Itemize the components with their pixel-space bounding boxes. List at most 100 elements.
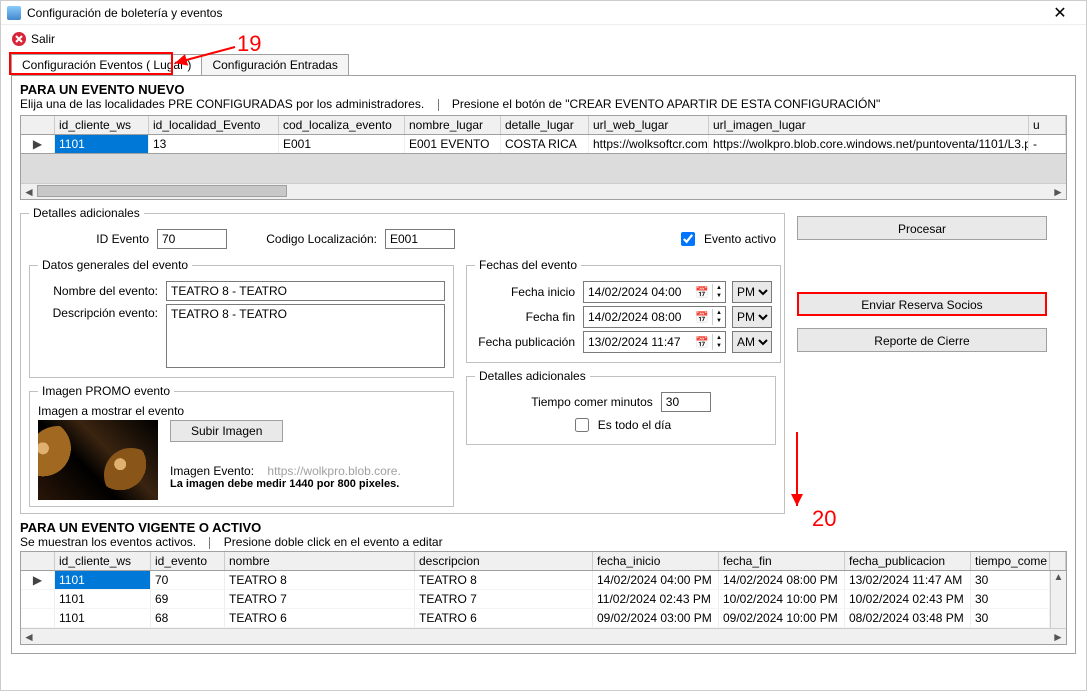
row-handle-icon: ▶ (21, 135, 55, 153)
salir-button[interactable]: Salir (11, 31, 55, 47)
label-todo-el-dia: Es todo el día (598, 418, 671, 432)
window-title: Configuración de boletería y eventos (27, 6, 1040, 20)
input-fecha-fin[interactable] (584, 308, 692, 326)
fieldset-fechas-evento: Fechas del evento Fecha inicio 📅 ▲▼ (466, 258, 781, 363)
col-cod-localiza-evento[interactable]: cod_localiza_evento (279, 116, 405, 134)
input-codigo-localizacion[interactable] (385, 229, 455, 249)
tab-config-entradas[interactable]: Configuración Entradas (201, 54, 348, 75)
select-ampm-inicio[interactable]: PM (732, 281, 772, 303)
cell-url-imagen-lugar: https://wolkpro.blob.core.windows.net/pu… (709, 135, 1029, 153)
grid2-hscrollbar[interactable]: ◄ ► (21, 628, 1066, 644)
label-evento-activo: Evento activo (704, 232, 776, 246)
promo-image-preview (38, 420, 158, 500)
subir-imagen-button[interactable]: Subir Imagen (170, 420, 283, 442)
cell-id-evento: 68 (151, 609, 225, 627)
cell-url-web-lugar: https://wolksoftcr.com/ (589, 135, 709, 153)
cell-fecha-inicio: 14/02/2024 04:00 PM (593, 571, 719, 589)
select-ampm-publicacion[interactable]: AM (732, 331, 772, 353)
textarea-descripcion-evento[interactable]: TEATRO 8 - TEATRO (166, 304, 445, 368)
col2-id-evento[interactable]: id_evento (151, 552, 225, 570)
label-id-evento: ID Evento (29, 232, 149, 246)
grid-eventos-row[interactable]: ▶110170TEATRO 8TEATRO 814/02/2024 04:00 … (21, 571, 1050, 590)
procesar-button[interactable]: Procesar (797, 216, 1047, 240)
datetime-fecha-publicacion[interactable]: 📅 ▲▼ (583, 331, 726, 353)
section-active-hint: Se muestran los eventos activos. Presion… (20, 535, 1067, 549)
spinner-icon[interactable]: ▲▼ (712, 334, 725, 350)
cell-cod-localiza-evento: E001 (279, 135, 405, 153)
cell-id-evento: 70 (151, 571, 225, 589)
checkbox-evento-activo[interactable] (681, 232, 695, 246)
reporte-de-cierre-button[interactable]: Reporte de Cierre (797, 328, 1047, 352)
grid-localidades[interactable]: id_cliente_ws id_localidad_Evento cod_lo… (20, 115, 1067, 200)
grid-localidades-row[interactable]: ▶ 1101 13 E001 E001 EVENTO COSTA RICA ht… (21, 135, 1066, 153)
cell-fecha-publicacion: 13/02/2024 11:47 AM (845, 571, 971, 589)
grid-eventos-row[interactable]: 110168TEATRO 6TEATRO 609/02/2024 03:00 P… (21, 609, 1050, 628)
col2-fecha-publicacion[interactable]: fecha_publicacion (845, 552, 971, 570)
text-imagen-url: https://wolkpro.blob.core. (267, 464, 400, 478)
legend-datos-generales: Datos generales del evento (38, 258, 192, 272)
col-id-localidad-evento[interactable]: id_localidad_Evento (149, 116, 279, 134)
tab-config-eventos-lugar[interactable]: Configuración Eventos ( Lugar ) (11, 54, 202, 75)
col-id-cliente-ws[interactable]: id_cliente_ws (55, 116, 149, 134)
grid-hscrollbar[interactable]: ◄ ► (21, 183, 1066, 199)
cell-tiempo-come: 30 (971, 571, 1050, 589)
section-new-hint: Elija una de las localidades PRE CONFIGU… (20, 97, 1067, 111)
calendar-icon[interactable]: 📅 (692, 336, 712, 349)
fieldset-datos-generales: Datos generales del evento Nombre del ev… (29, 258, 454, 378)
scroll-left-icon[interactable]: ◄ (21, 185, 37, 199)
checkbox-todo-el-dia[interactable] (575, 418, 589, 432)
input-fecha-publicacion[interactable] (584, 333, 692, 351)
input-fecha-inicio[interactable] (584, 283, 692, 301)
col2-descripcion[interactable]: descripcion (415, 552, 593, 570)
section-active-title: PARA UN EVENTO VIGENTE O ACTIVO (20, 520, 1067, 535)
window-close-button[interactable]: ✕ (1040, 1, 1080, 25)
scroll-right-icon[interactable]: ► (1050, 630, 1066, 644)
app-window: Configuración de boletería y eventos ✕ S… (0, 0, 1087, 691)
input-nombre-evento[interactable] (166, 281, 445, 301)
label-fecha-fin: Fecha fin (475, 310, 575, 324)
col2-tiempo-come[interactable]: tiempo_come (971, 552, 1050, 570)
scroll-left-icon[interactable]: ◄ (21, 630, 37, 644)
calendar-icon[interactable]: 📅 (692, 286, 712, 299)
col-url-imagen-lugar[interactable]: url_imagen_lugar (709, 116, 1029, 134)
cell-descripcion: TEATRO 6 (415, 609, 593, 627)
fieldset-detalles-adicionales: Detalles adicionales ID Evento Codigo Lo… (20, 206, 785, 514)
col-url-web-lugar[interactable]: url_web_lugar (589, 116, 709, 134)
cell-fecha-fin: 10/02/2024 10:00 PM (719, 590, 845, 608)
cell-descripcion: TEATRO 8 (415, 571, 593, 589)
cell-id-cliente-ws: 1101 (55, 609, 151, 627)
label-fecha-publicacion: Fecha publicación (475, 335, 575, 349)
col2-nombre[interactable]: nombre (225, 552, 415, 570)
spinner-icon[interactable]: ▲▼ (712, 309, 725, 325)
cell-tiempo-come: 30 (971, 590, 1050, 608)
scroll-up-icon[interactable]: ▲ (1054, 571, 1064, 585)
grid-eventos-activos[interactable]: id_cliente_ws id_evento nombre descripci… (20, 551, 1067, 645)
section-new-title: PARA UN EVENTO NUEVO (20, 82, 1067, 97)
datetime-fecha-fin[interactable]: 📅 ▲▼ (583, 306, 726, 328)
scroll-right-icon[interactable]: ► (1050, 185, 1066, 199)
col2-fecha-inicio[interactable]: fecha_inicio (593, 552, 719, 570)
fieldset-detalles-adicionales-2: Detalles adicionales Tiempo comer minuto… (466, 369, 776, 445)
col-extra[interactable]: u (1029, 116, 1066, 134)
cell-nombre: TEATRO 8 (225, 571, 415, 589)
col2-fecha-fin[interactable]: fecha_fin (719, 552, 845, 570)
tab-strip: Configuración Eventos ( Lugar ) Configur… (11, 54, 1076, 75)
spinner-icon[interactable]: ▲▼ (712, 284, 725, 300)
label-tiempo-comer: Tiempo comer minutos (531, 395, 653, 409)
enviar-reserva-socios-button[interactable]: Enviar Reserva Socios (797, 292, 1047, 316)
scroll-thumb[interactable] (37, 185, 287, 197)
col2-id-cliente-ws[interactable]: id_cliente_ws (55, 552, 151, 570)
select-ampm-fin[interactable]: PM (732, 306, 772, 328)
input-id-evento[interactable] (157, 229, 227, 249)
col-nombre-lugar[interactable]: nombre_lugar (405, 116, 501, 134)
input-tiempo-comer[interactable] (661, 392, 711, 412)
cell-fecha-inicio: 09/02/2024 03:00 PM (593, 609, 719, 627)
cell-tiempo-come: 30 (971, 609, 1050, 627)
col-detalle-lugar[interactable]: detalle_lugar (501, 116, 589, 134)
fieldset-imagen-promo: Imagen PROMO evento Imagen a mostrar el … (29, 384, 454, 507)
grid-eventos-row[interactable]: 110169TEATRO 7TEATRO 711/02/2024 02:43 P… (21, 590, 1050, 609)
grid-empty-area (21, 153, 1066, 183)
grid-vscrollbar[interactable]: ▲ (1050, 571, 1066, 628)
calendar-icon[interactable]: 📅 (692, 311, 712, 324)
datetime-fecha-inicio[interactable]: 📅 ▲▼ (583, 281, 726, 303)
